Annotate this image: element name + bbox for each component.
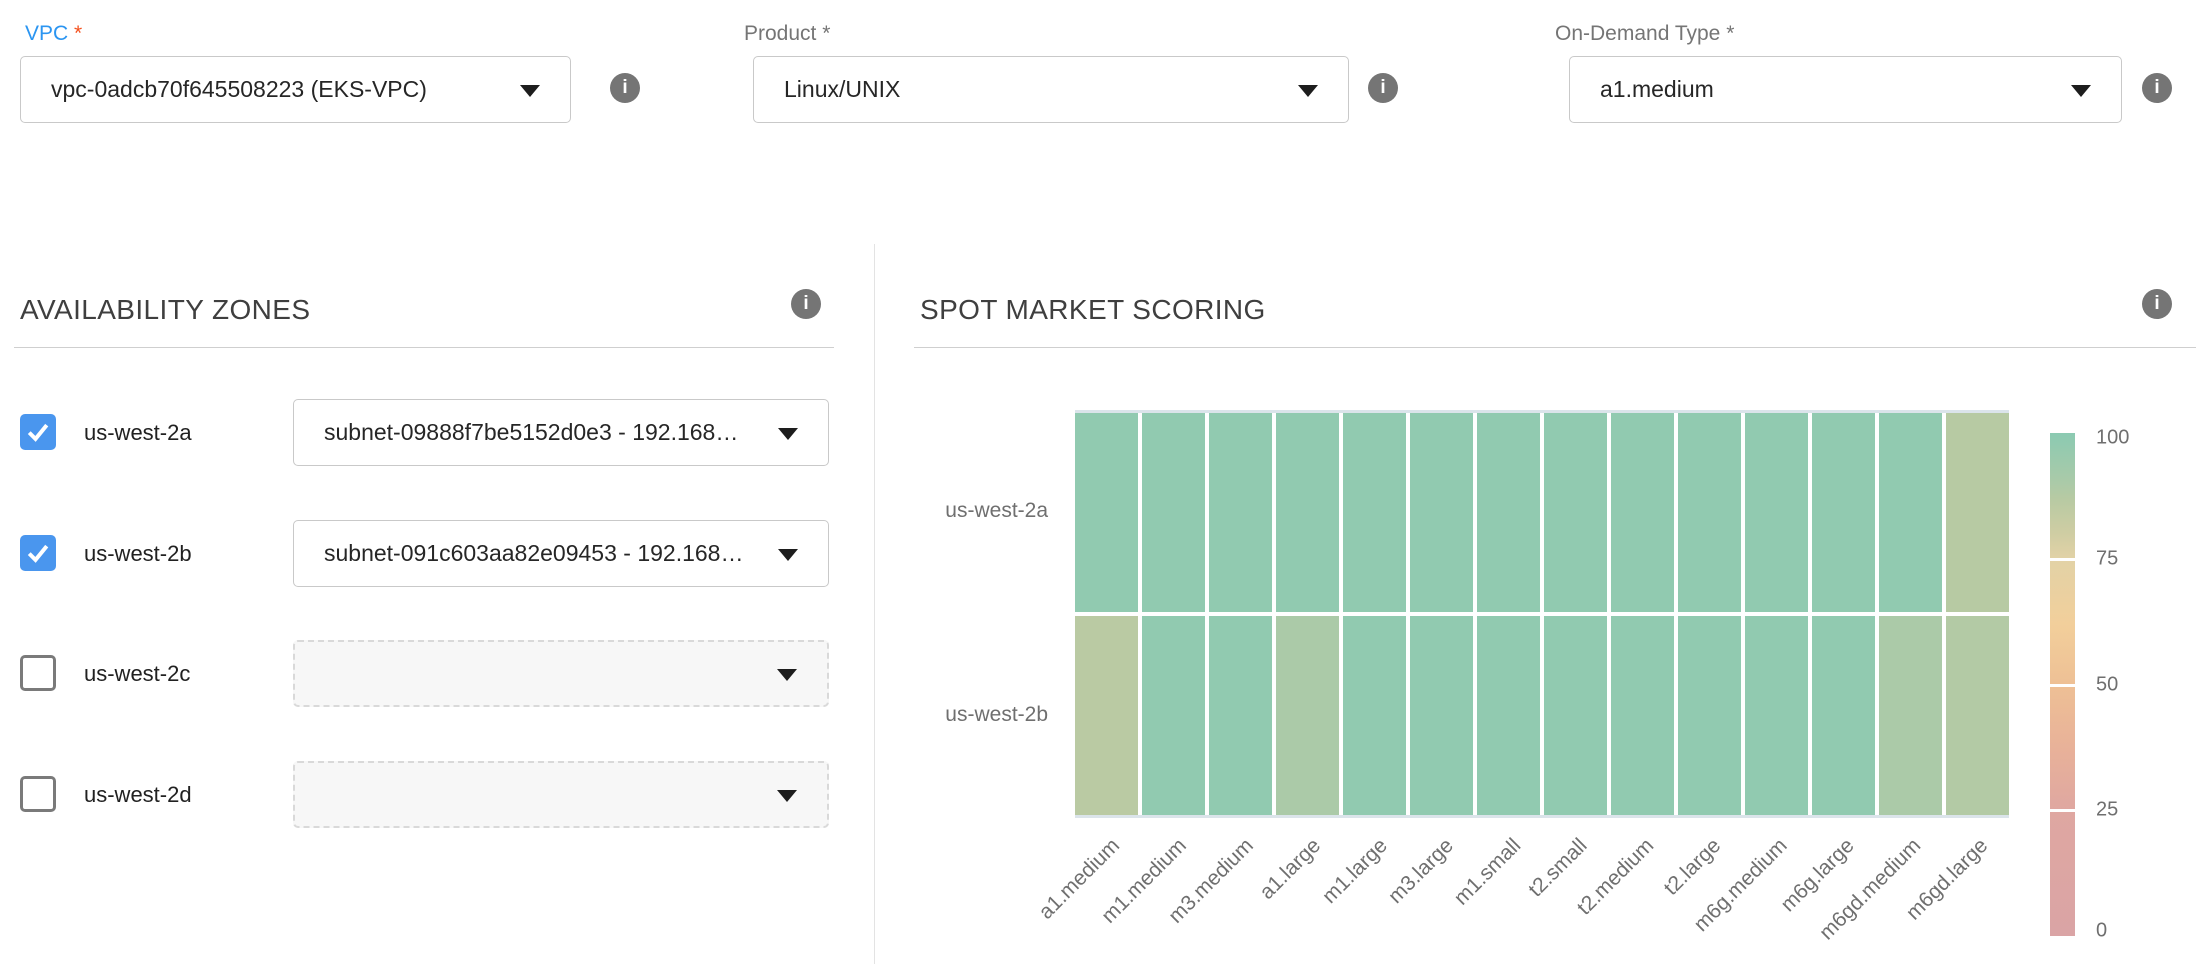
product-label-text: Product [744,22,816,45]
availability-zones-info-icon[interactable]: i [791,289,821,319]
heatmap-cell-us-west-2b-m1.large [1343,616,1406,815]
product-info-icon[interactable]: i [1368,73,1398,103]
heatmap-cell-us-west-2a-m6gd.medium [1879,413,1942,612]
zone-row-us-west-2c: us-west-2c [0,640,874,707]
dropdown-arrow-icon [520,85,540,97]
heatmap-cell-us-west-2a-m1.small [1477,413,1540,612]
colorbar-tick-label: 50 [2096,673,2118,696]
zone-row-us-west-2b: us-west-2b subnet-091c603aa82e09453 - 192… [0,520,874,587]
heatmap-cell-us-west-2b-t2.small [1544,616,1607,815]
on-demand-type-label: On-Demand Type * [1555,22,1734,46]
spot-configuration-page: VPC * vpc-0adcb70f645508223 (EKS-VPC) i … [0,0,2196,964]
on-demand-type-select-value: a1.medium [1600,76,1714,103]
subnet-select-us-west-2b[interactable]: subnet-091c603aa82e09453 - 192.168… [293,520,829,587]
colorbar-tick [2050,809,2075,812]
spot-market-scoring-divider [914,347,2196,348]
spot-market-scoring-title: SPOT MARKET SCORING [920,294,1266,326]
heatmap-cell-us-west-2a-t2.large [1678,413,1741,612]
vpc-label-text: VPC [25,22,68,45]
heatmap-column-label: a1.large [1255,834,1326,905]
heatmap-cell-us-west-2a-m3.medium [1209,413,1272,612]
colorbar-tick-label: 75 [2096,547,2118,570]
heatmap-cell-us-west-2b-m6g.medium [1745,616,1808,815]
heatmap-column-label: t2.large [1659,834,1726,901]
heatmap-cell-us-west-2b-m6g.large [1812,616,1875,815]
heatmap-cell-us-west-2a-m1.medium [1142,413,1205,612]
zone-checkbox-us-west-2c[interactable] [20,655,56,691]
zone-label: us-west-2d [84,761,192,828]
colorbar-tick-label: 100 [2096,427,2129,450]
colorbar-tick-label: 0 [2096,920,2107,943]
on-demand-type-label-text: On-Demand Type [1555,22,1720,45]
heatmap-column-label: t2.small [1524,834,1592,902]
dropdown-arrow-icon [778,428,798,440]
heatmap-cell-us-west-2a-a1.large [1276,413,1339,612]
zone-label: us-west-2a [84,399,192,466]
product-label: Product * [744,22,830,46]
heatmap-cell-us-west-2a-a1.medium [1075,413,1138,612]
zone-row-us-west-2d: us-west-2d [0,761,874,828]
heatmap-cell-us-west-2b-m3.medium [1209,616,1272,815]
heatmap-cell-us-west-2b-m3.large [1410,616,1473,815]
dropdown-arrow-icon [777,669,797,681]
heatmap-column-label: m3.large [1384,834,1459,909]
zone-checkbox-us-west-2d[interactable] [20,776,56,812]
heatmap-cell-us-west-2a-t2.medium [1611,413,1674,612]
vpc-select-value: vpc-0adcb70f645508223 (EKS-VPC) [51,76,427,103]
vpc-required-marker: * [74,22,82,45]
on-demand-type-info-icon[interactable]: i [2142,73,2172,103]
heatmap-cell-us-west-2a-t2.small [1544,413,1607,612]
heatmap-cell-us-west-2a-m6gd.large [1946,413,2009,612]
check-icon [23,538,53,568]
on-demand-type-required-marker: * [1726,22,1734,45]
subnet-select-value: subnet-091c603aa82e09453 - 192.168… [324,540,743,567]
heatmap-colorbar [2050,433,2075,936]
heatmap-cell-us-west-2b-t2.medium [1611,616,1674,815]
heatmap-cell-us-west-2b-a1.medium [1075,616,1138,815]
subnet-select-us-west-2d[interactable] [293,761,829,828]
zone-row-us-west-2a: us-west-2a subnet-09888f7be5152d0e3 - 192… [0,399,874,466]
heatmap-row-label: us-west-2a [888,499,1048,523]
product-required-marker: * [822,22,830,45]
heatmap-cell-us-west-2b-a1.large [1276,616,1339,815]
subnet-select-us-west-2a[interactable]: subnet-09888f7be5152d0e3 - 192.168… [293,399,829,466]
availability-zones-divider [14,347,834,348]
vpc-info-icon[interactable]: i [610,73,640,103]
subnet-select-us-west-2c[interactable] [293,640,829,707]
heatmap-column-label: m1.large [1317,834,1392,909]
heatmap-cell-us-west-2b-m1.small [1477,616,1540,815]
heatmap-row-label: us-west-2b [888,703,1048,727]
product-select-value: Linux/UNIX [784,76,900,103]
colorbar-tick [2050,558,2075,561]
dropdown-arrow-icon [2071,85,2091,97]
colorbar-tick-label: 25 [2096,799,2118,822]
heatmap-cell-us-west-2a-m3.large [1410,413,1473,612]
zone-label: us-west-2c [84,640,190,707]
vpc-select[interactable]: vpc-0adcb70f645508223 (EKS-VPC) [20,56,571,123]
heatmap-grid [1075,410,2009,818]
dropdown-arrow-icon [1298,85,1318,97]
heatmap-column-label: m1.small [1449,834,1525,910]
subnet-select-value: subnet-09888f7be5152d0e3 - 192.168… [324,419,738,446]
zone-checkbox-us-west-2a[interactable] [20,414,56,450]
dropdown-arrow-icon [778,549,798,561]
heatmap-cell-us-west-2b-m6gd.large [1946,616,2009,815]
availability-zones-title: AVAILABILITY ZONES [20,294,310,326]
heatmap-cell-us-west-2a-m6g.medium [1745,413,1808,612]
heatmap-cell-us-west-2a-m1.large [1343,413,1406,612]
heatmap-cell-us-west-2b-t2.large [1678,616,1741,815]
zone-label: us-west-2b [84,520,192,587]
heatmap-cell-us-west-2b-m1.medium [1142,616,1205,815]
vpc-label: VPC * [25,22,82,46]
zone-checkbox-us-west-2b[interactable] [20,535,56,571]
heatmap-cell-us-west-2b-m6gd.medium [1879,616,1942,815]
colorbar-tick [2050,684,2075,687]
product-select[interactable]: Linux/UNIX [753,56,1349,123]
on-demand-type-select[interactable]: a1.medium [1569,56,2122,123]
dropdown-arrow-icon [777,790,797,802]
heatmap-cell-us-west-2a-m6g.large [1812,413,1875,612]
spot-market-scoring-info-icon[interactable]: i [2142,289,2172,319]
section-divider [874,244,875,964]
check-icon [23,417,53,447]
